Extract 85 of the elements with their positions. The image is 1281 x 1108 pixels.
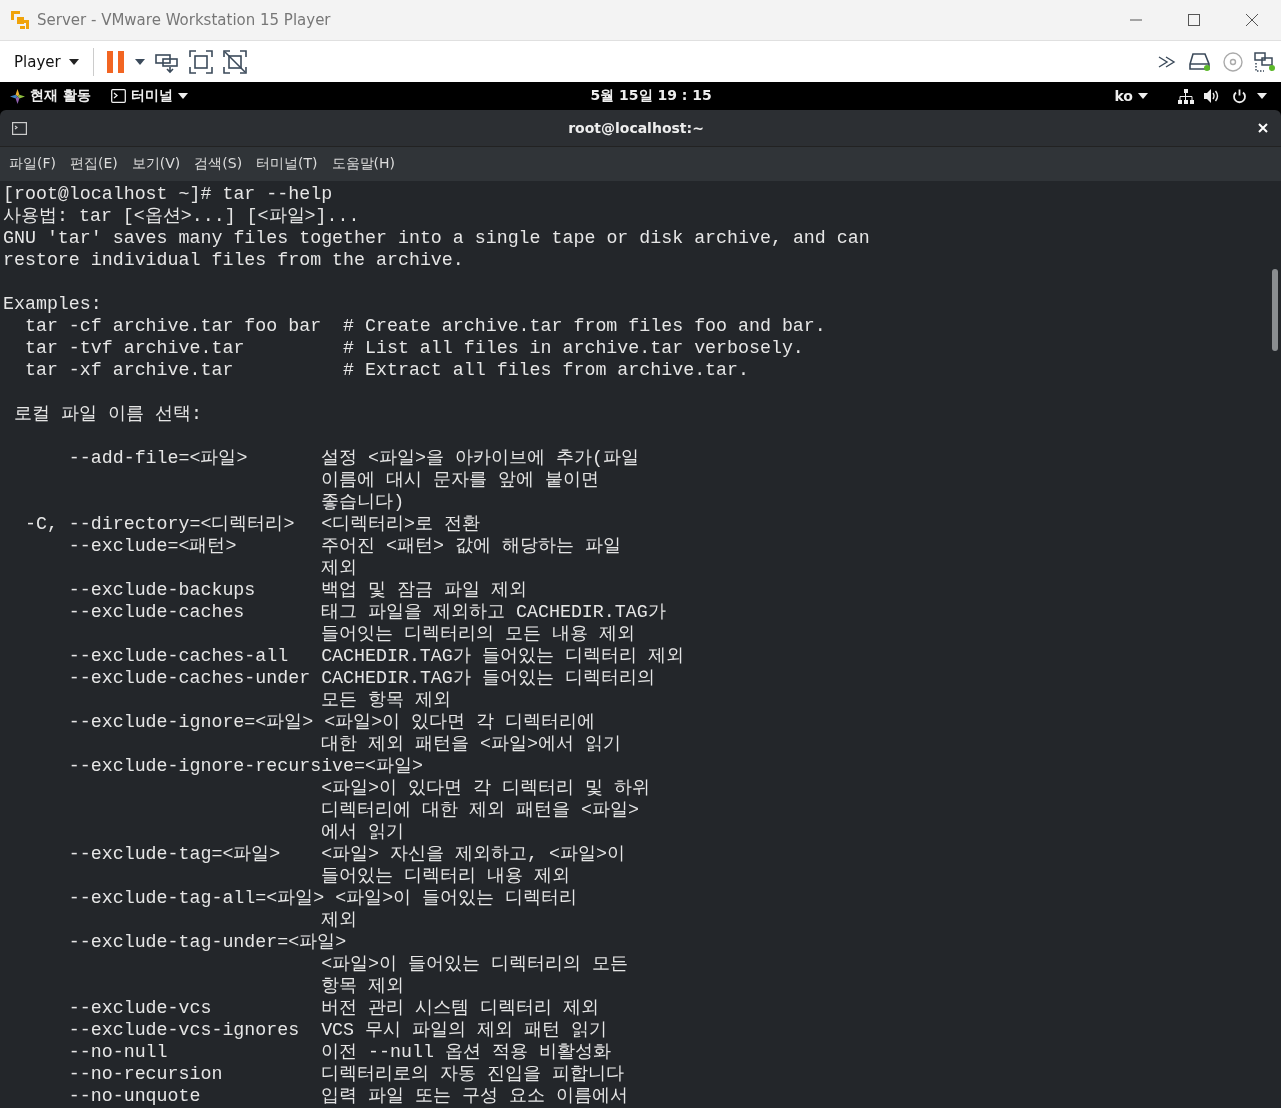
option-description: <파일>이 들어있는 디렉터리의 모든 <box>321 953 628 975</box>
example-comment: # List all files in archive.tar verbosely. <box>343 337 804 359</box>
terminal-line: GNU 'tar' saves many files together into a single tape or disk archive, and can <box>3 227 870 249</box>
option-description: 백업 및 잠금 파일 제외 <box>321 579 527 601</box>
option-description: 버전 관리 시스템 디렉터리 제외 <box>321 997 599 1019</box>
option-description: CACHEDIR.TAG가 들어있는 디렉터리의 <box>321 667 655 689</box>
option-description: 입력 파일 또는 구성 요소 이름에서 <box>321 1085 628 1107</box>
option-description: <파일>이 있다면 각 디렉터리에 <box>324 711 596 733</box>
option-description: <디렉터리>로 전환 <box>321 513 481 535</box>
window-title: Server - VMware Workstation 15 Player <box>37 11 331 29</box>
option-name: --directory=<디렉터리> <box>68 514 295 534</box>
example-comment: # Extract all files from archive.tar. <box>343 359 749 381</box>
maximize-icon <box>1187 13 1201 27</box>
option-description: 이전 --null 옵션 적용 비활성화 <box>321 1041 611 1063</box>
option-description: 대한 제외 패턴을 <파일>에서 읽기 <box>321 733 621 755</box>
option-description: 항목 제외 <box>321 975 405 997</box>
terminal-line: [root@localhost ~]# tar --help <box>3 183 333 205</box>
input-method-menu[interactable]: ko <box>1104 88 1158 104</box>
option-name: --exclude-vcs-ignores <box>68 1020 300 1040</box>
menu-item[interactable]: 터미널(T) <box>249 155 325 173</box>
example-command: tar -xf archive.tar <box>24 360 234 380</box>
option-description: 제외 <box>321 557 358 579</box>
section-heading: 로컬 파일 이름 선택: <box>13 403 202 425</box>
terminal-title: root@localhost:~ <box>567 120 705 136</box>
option-name: --no-unquote <box>68 1086 201 1106</box>
caret-icon <box>1138 93 1148 99</box>
option-name: --exclude-ignore-recursive=<파일> <box>68 756 423 776</box>
option-description: 설정 <파일>을 아카이브에 추가(파일 <box>321 447 639 469</box>
terminal-icon <box>12 121 27 135</box>
option-description: 모든 항목 제외 <box>321 689 452 711</box>
activities-logo-icon <box>10 88 25 104</box>
option-description: 에서 읽기 <box>321 821 405 843</box>
option-description: <파일>이 있다면 각 디렉터리 및 하위 <box>321 777 650 799</box>
option-description: 이름에 대시 문자를 앞에 붙이면 <box>321 469 600 491</box>
option-description: 주어진 <패턴> 값에 해당하는 파일 <box>321 535 621 557</box>
terminal-line: restore individual files from the archive. <box>3 249 464 271</box>
caret-icon <box>68 58 79 65</box>
option-name: --no-null <box>68 1042 168 1062</box>
close-icon <box>1258 123 1268 133</box>
example-command: tar -cf archive.tar foo bar <box>24 316 322 336</box>
option-name: --no-recursion <box>68 1064 223 1084</box>
option-description: 태그 파일을 제외하고 CACHEDIR.TAG가 <box>321 601 666 623</box>
terminal-line: Examples: <box>3 293 102 315</box>
option-description: 들어있는 디렉터리 내용 제외 <box>321 865 571 887</box>
option-description: VCS 무시 파일의 제외 패턴 읽기 <box>321 1019 607 1041</box>
wired-network-icon <box>1178 88 1194 104</box>
option-description: 들어잇는 디렉터리의 모든 내용 제외 <box>321 623 636 645</box>
menu-item[interactable]: 도움말(H) <box>324 155 403 173</box>
example-command: tar -tvf archive.tar <box>24 338 245 358</box>
caret-icon <box>177 93 188 99</box>
clock[interactable]: 5월 15일 19 : 15 <box>590 87 712 105</box>
option-name: --exclude=<패턴> <box>68 536 237 556</box>
menu-item[interactable]: 편집(E) <box>63 155 125 173</box>
terminal-line: 사용법: tar [<옵션>...] [<파일>]... <box>3 205 360 227</box>
option-name: --exclude-tag=<파일> <box>68 844 281 864</box>
terminal-icon <box>110 89 126 103</box>
option-name: --exclude-caches-under <box>68 668 311 688</box>
option-name: --exclude-tag-under=<파일> <box>68 932 347 952</box>
option-description: <파일>이 들어있는 디렉터리 <box>335 887 578 909</box>
option-description: 디렉터리에 대한 제외 패턴을 <파일> <box>321 799 639 821</box>
option-name: --exclude-caches-all <box>68 646 289 666</box>
app-logo-icon <box>9 9 31 31</box>
short-option: -C, <box>24 514 58 534</box>
option-name: --exclude-caches <box>68 602 245 622</box>
volume-icon <box>1204 89 1220 103</box>
menu-item[interactable]: 파일(F) <box>2 155 63 173</box>
example-comment: # Create archive.tar from files foo and bar. <box>343 315 826 337</box>
close-icon <box>1245 13 1259 27</box>
menu-item[interactable]: 검색(S) <box>187 155 250 173</box>
option-description: <파일> 자신을 제외하고, <파일>이 <box>321 843 625 865</box>
option-name: --exclude-vcs <box>68 998 212 1018</box>
option-description: 좋습니다) <box>321 491 405 513</box>
option-name: --exclude-tag-all=<파일> <box>68 888 325 908</box>
option-name: --add-file=<파일> <box>68 448 248 468</box>
player-menu[interactable]: Player <box>0 52 91 71</box>
option-name: --exclude-ignore=<파일> <box>68 712 314 732</box>
power-icon <box>1232 88 1247 104</box>
scrollbar-thumb[interactable] <box>1272 269 1278 351</box>
activities-button[interactable]: 현재 활동 <box>0 87 101 105</box>
terminal-app-menu[interactable]: 터미널 <box>100 87 198 105</box>
menu-item[interactable]: 보기(V) <box>124 155 188 173</box>
option-description: 디렉터리로의 자동 진입을 피합니다 <box>321 1063 625 1085</box>
option-description: 제외 <box>321 909 358 931</box>
option-name: --exclude-backups <box>68 580 256 600</box>
option-description: CACHEDIR.TAG가 들어있는 디렉터리 제외 <box>321 645 684 667</box>
